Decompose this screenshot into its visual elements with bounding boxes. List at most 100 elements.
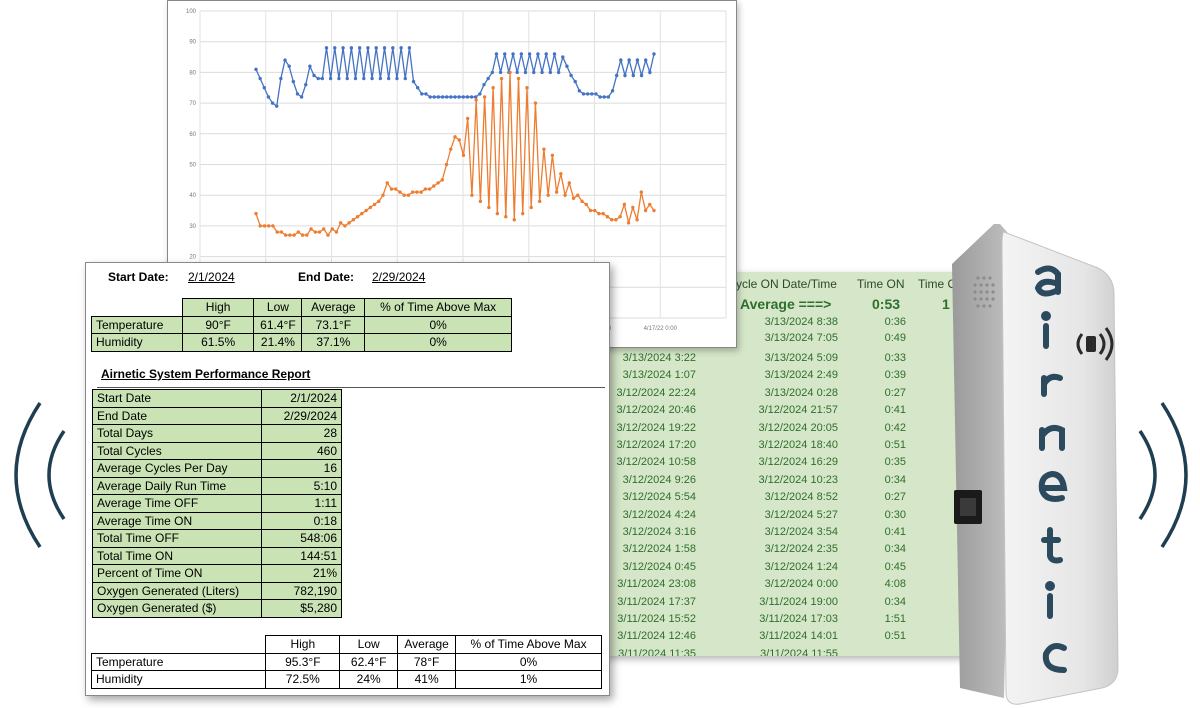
chart-data-point [652, 52, 656, 56]
performance-row-value: 5:10 [261, 476, 342, 495]
performance-table: Start Date 2/1/2024 End Date 2/29/2024 Total… [91, 389, 342, 618]
performance-row-label: Average Time ON [91, 511, 263, 530]
performance-row: Percent of Time ON 21% [91, 564, 342, 583]
performance-row-label: Total Time ON [91, 546, 263, 565]
chart-data-point [407, 46, 412, 50]
chart-data-point [288, 233, 292, 237]
log-time-on: 0:34 [884, 473, 906, 486]
environment-summary-row: Temperature 95.3°F 62.4°F 78°F 0% [90, 652, 602, 671]
performance-row: Oxygen Generated ($) $5,280 [91, 599, 342, 618]
title-divider [97, 387, 605, 388]
chart-data-point [345, 76, 349, 81]
performance-row: Total Time OFF 548:06 [91, 529, 342, 548]
chart-data-point [453, 95, 457, 99]
env2-row-avg: 41% [397, 670, 457, 689]
log-time-on: 0:30 [884, 508, 906, 521]
performance-row-value: 21% [261, 564, 342, 583]
chart-data-point [406, 193, 411, 197]
chart-data-point [316, 76, 320, 81]
airnetic-device [952, 224, 1119, 705]
chart-data-point [565, 64, 569, 68]
performance-row-label: Average Cycles Per Day [91, 459, 263, 478]
env-row-avg: 73.1°F [301, 315, 366, 334]
chart-data-point [360, 211, 364, 216]
chart-data-point [648, 70, 652, 75]
log-cycle-on: 3/12/2024 3:54 [764, 526, 838, 538]
chart-data-point [542, 147, 546, 151]
chart-data-point [487, 205, 491, 210]
chart-data-point [338, 221, 343, 225]
performance-row-label: Start Date [91, 389, 263, 408]
env-row-pct: 0% [364, 315, 512, 334]
log-cycle-on: 3/13/2024 0:28 [764, 386, 838, 399]
performance-row-label: Oxygen Generated (Liters) [91, 581, 263, 600]
chart-data-point [527, 52, 532, 56]
env2-row-pct: 1% [455, 670, 602, 689]
chart-data-point [609, 218, 614, 222]
chart-data-point [491, 86, 495, 90]
performance-report-title: Airnetic System Performance Report [101, 367, 311, 381]
chart-data-point [300, 233, 305, 237]
log-time-on: 0:34 [884, 595, 906, 608]
chart-data-point [304, 82, 308, 87]
chart-x-tick-label: 4/17/22 0:00 [644, 326, 678, 332]
chart-data-point [432, 184, 436, 188]
log-cycle-on: 3/12/2024 2:35 [764, 543, 838, 556]
log-cycle-on: 3/12/2024 18:40 [758, 439, 838, 451]
log-time-on: 0:42 [884, 421, 906, 434]
chart-data-point [440, 178, 444, 182]
chart-data-point [267, 224, 271, 228]
chart-data-point [453, 135, 457, 139]
env-header-high: High [181, 298, 255, 317]
log-average-time-on: 0:53 [872, 296, 901, 312]
chart-data-point [576, 193, 580, 197]
chart-data-point [374, 46, 378, 50]
chart-data-point [337, 76, 341, 81]
log-cycle-off: 3/11/2024 11:35 [618, 647, 696, 656]
chart-data-point [588, 208, 593, 213]
performance-row: Average Time ON 0:18 [91, 511, 342, 530]
chart-data-point [559, 172, 563, 176]
env2-header-high: High [265, 635, 341, 654]
chart-data-point [563, 193, 567, 197]
chart-data-point [474, 95, 478, 99]
log-time-on: 0:51 [884, 439, 906, 451]
chart-data-point [287, 64, 291, 68]
log-cycle-on: 3/13/2024 2:49 [764, 369, 838, 382]
log-cycle-on: 3/12/2024 10:23 [758, 473, 838, 486]
chart-y-tick-label: 20 [189, 255, 196, 261]
performance-row-value: 16 [261, 459, 342, 478]
chart-data-point [370, 76, 374, 81]
chart-data-point [254, 67, 258, 72]
performance-row: Average Cycles Per Day 16 [91, 459, 342, 478]
chart-data-point [478, 92, 482, 96]
chart-data-point [457, 95, 461, 99]
chart-data-point [445, 95, 449, 99]
log-time-on: 0:35 [884, 456, 906, 469]
chart-data-point [292, 233, 296, 237]
performance-row: Total Time ON 144:51 [91, 546, 342, 565]
chart-data-point [382, 46, 387, 50]
env-header-low: Low [253, 298, 303, 317]
chart-data-point [411, 79, 416, 84]
chart-data-point [385, 181, 389, 185]
chart-data-point [478, 199, 483, 204]
chart-data-point [275, 230, 279, 234]
env-row-pct: 0% [364, 333, 512, 352]
env2-row-label: Humidity [90, 670, 267, 689]
chart-data-point [499, 76, 504, 81]
chart-data-point [546, 193, 550, 197]
end-date-value: 2/29/2024 [372, 270, 426, 284]
log-cycle-on: 3/12/2024 21:57 [758, 404, 838, 417]
log-cycle-off: 3/12/2024 5:54 [622, 491, 696, 504]
chart-data-point [585, 92, 590, 96]
chart-data-point [372, 202, 377, 207]
chart-data-point [644, 58, 648, 62]
performance-row: Average Daily Run Time 5:10 [91, 476, 342, 495]
chart-data-point [254, 211, 258, 216]
performance-row-value: 144:51 [261, 546, 342, 565]
performance-row: Average Time OFF 1:11 [91, 494, 342, 513]
chart-data-point [328, 76, 333, 81]
chart-data-point [580, 199, 584, 204]
chart-data-point [544, 52, 548, 56]
